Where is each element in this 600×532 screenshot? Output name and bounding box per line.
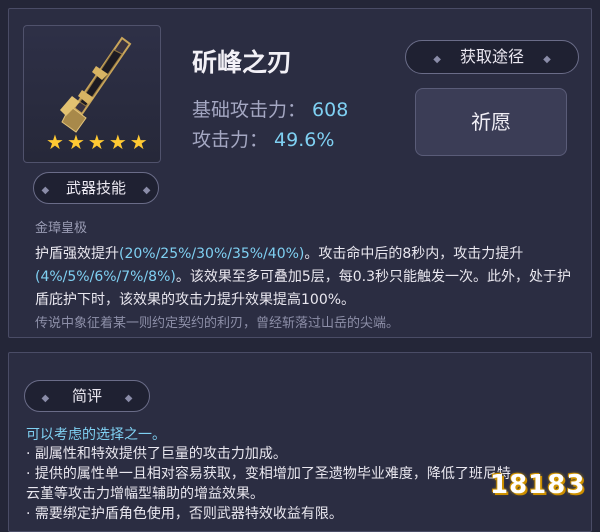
weapon-panel: ★ ★ ★ ★ ★ 斫峰之刃 基础攻击力： 608 攻击力： 49.6% ◆ 获取途… <box>8 8 592 338</box>
watermark-logo: 18183 <box>490 470 586 500</box>
skill-desc-highlight: (20%/25%/30%/35%/40%) <box>119 246 305 262</box>
star-icon: ★ <box>129 130 148 154</box>
skill-desc-text: 护盾强效提升 <box>35 246 119 262</box>
skill-desc-highlight: (4%/5%/6%/7%/8%) <box>35 269 176 285</box>
review-tab-label: 简评 <box>71 387 102 405</box>
sub-stat-label: 攻击力： <box>192 129 269 151</box>
diamond-icon: ◆ <box>543 54 551 65</box>
diamond-icon: ◆ <box>142 185 151 196</box>
star-icon: ★ <box>108 130 127 154</box>
base-atk-label: 基础攻击力： <box>192 99 307 121</box>
diamond-icon: ◆ <box>41 393 50 404</box>
obtain-label: 获取途径 <box>459 47 524 66</box>
base-atk-stat: 基础攻击力： 608 <box>192 95 348 122</box>
wish-button[interactable]: 祈愿 <box>415 88 567 156</box>
base-atk-value: 608 <box>312 99 349 121</box>
obtain-button[interactable]: ◆ 获取途径 ◆ <box>405 40 579 74</box>
diamond-icon: ◆ <box>124 393 133 404</box>
skill-desc-text: 。攻击命中后的8秒内，攻击力提升 <box>304 246 524 262</box>
list-item: · 副属性和特效提供了巨量的攻击力加成。 <box>26 446 287 462</box>
weapon-image-frame: ★ ★ ★ ★ ★ <box>23 25 161 163</box>
skill-name: 金璋皇极 <box>35 221 88 236</box>
flavor-text: 传说中象征着某一则约定契约的利刃，曾经斩落过山岳的尖端。 <box>35 316 400 331</box>
skill-tab: ◆ 武器技能 ◆ <box>33 172 159 204</box>
sword-icon <box>60 36 132 133</box>
star-icon: ★ <box>46 130 64 154</box>
skill-description: 护盾强效提升(20%/25%/30%/35%/40%)。攻击命中后的8秒内，攻击… <box>35 243 583 312</box>
rarity-stars: ★ ★ ★ ★ ★ <box>46 132 148 152</box>
review-lead: 可以考虑的选择之一。 <box>26 427 166 443</box>
review-tab: ◆ 简评 ◆ <box>24 380 150 412</box>
diamond-icon: ◆ <box>433 54 441 65</box>
weapon-name: 斫峰之刃 <box>192 48 293 77</box>
sub-stat: 攻击力： 49.6% <box>192 125 334 152</box>
star-icon: ★ <box>66 130 85 154</box>
star-icon: ★ <box>87 130 106 154</box>
diamond-icon: ◆ <box>41 185 50 196</box>
sub-stat-value: 49.6% <box>274 129 335 151</box>
skill-tab-label: 武器技能 <box>65 179 126 197</box>
